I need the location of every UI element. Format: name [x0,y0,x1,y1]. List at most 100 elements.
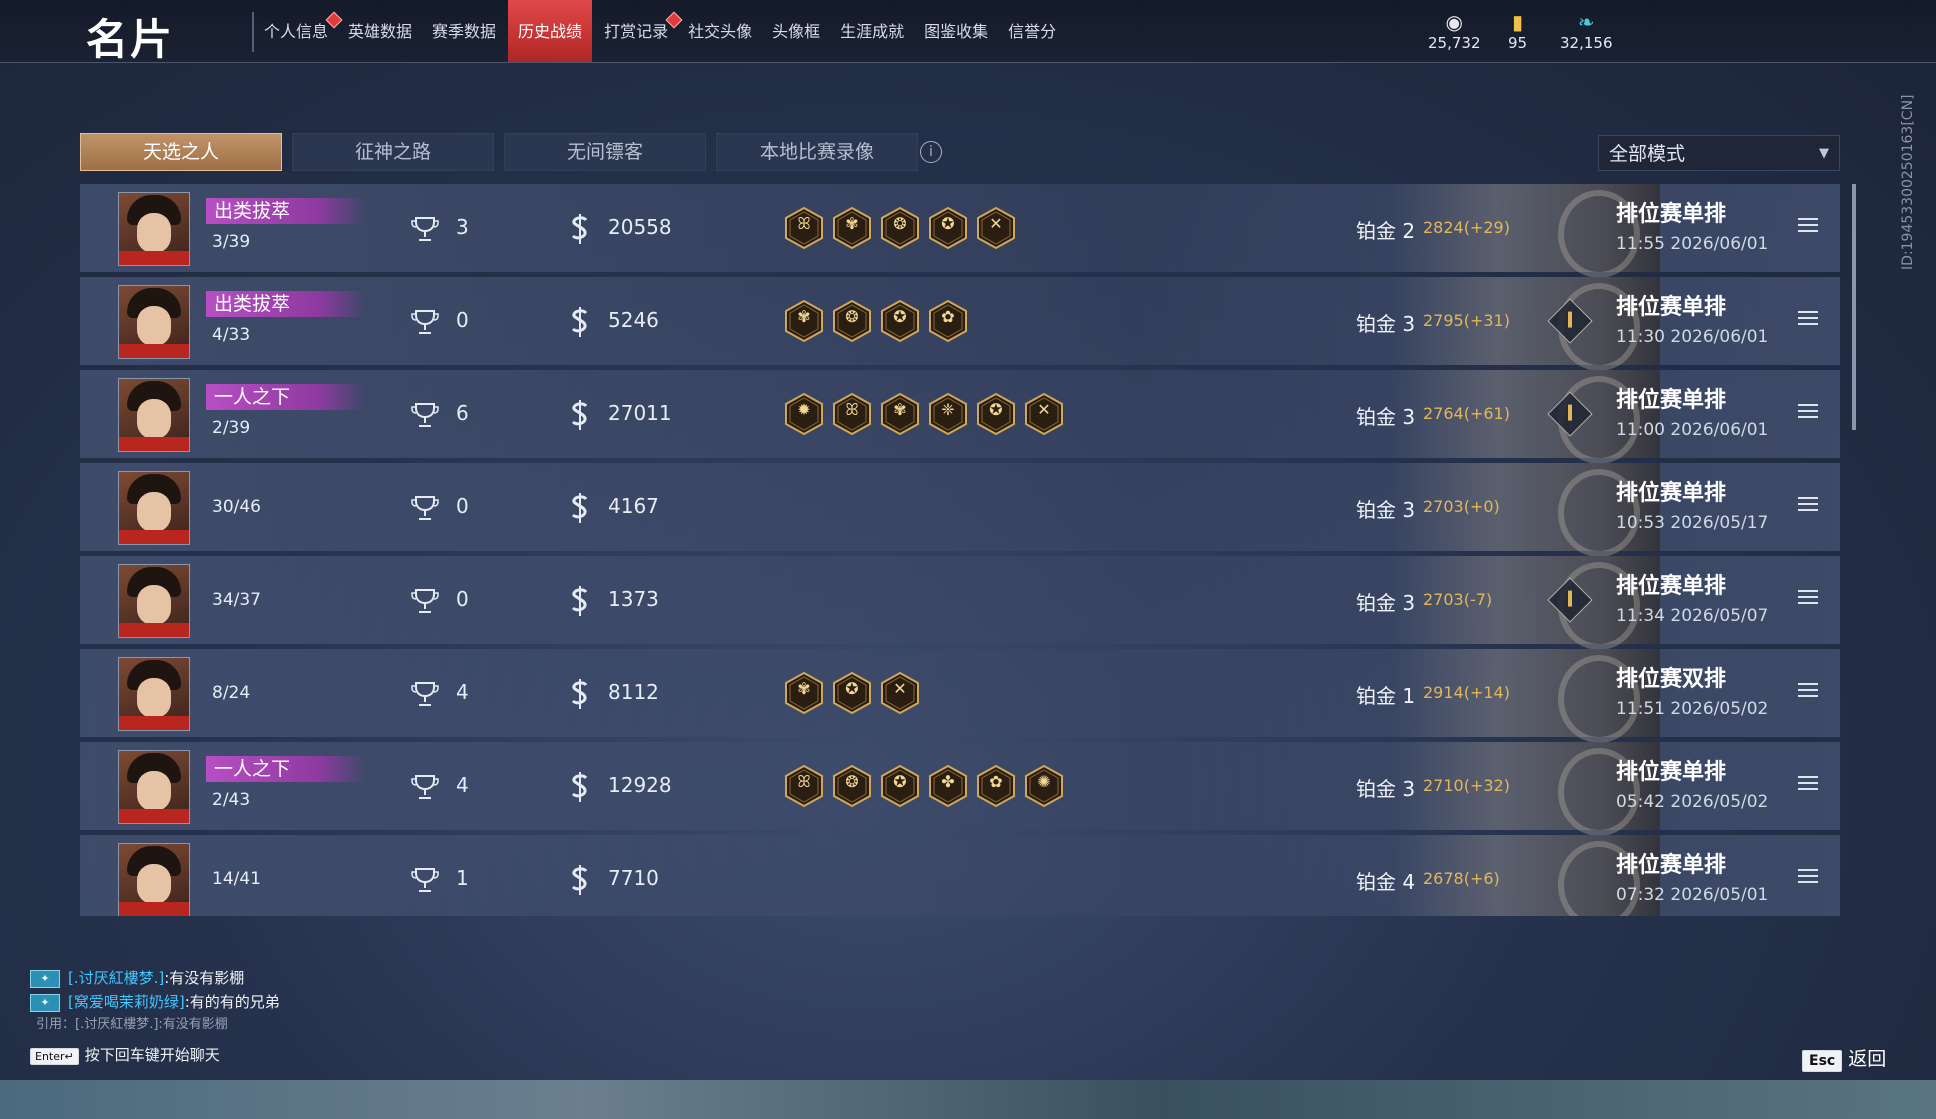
nav-tab[interactable]: 生涯成就 [832,0,912,62]
details-menu-icon[interactable] [1798,218,1818,236]
score: 12928 [608,773,672,797]
placement: 4/33 [212,325,251,345]
details-menu-icon[interactable] [1798,869,1818,887]
scrollbar[interactable] [1852,184,1856,430]
achievement-icon[interactable]: ✿ [928,299,968,343]
achievement-icon[interactable]: ✪ [928,206,968,250]
kills: 0 [456,308,469,332]
achievement-icon[interactable]: ꕤ [832,392,872,436]
achievement-icon[interactable]: ✺ [1024,764,1064,808]
nav-tab[interactable]: 英雄数据 [340,0,420,62]
score-icon [568,770,592,804]
chat-message: ✦ [.讨厌紅樓梦.]:有没有影棚 [30,966,280,990]
achievement-icon[interactable]: ✪ [832,671,872,715]
achievement-icon[interactable]: ❂ [880,206,920,250]
enter-key-icon: Enter↵ [30,1048,79,1065]
match-row[interactable]: 一人之下 2/39 6 27011 ✹ ꕤ ✾ ❈ ✪ ✕ 铂金 3 2764(+61) 排位赛单排 11… [80,370,1840,464]
achievement-icon[interactable]: ❂ [832,764,872,808]
nav-tab[interactable]: 社交头像 [680,0,760,62]
score-icon [568,212,592,246]
kills: 4 [456,680,469,704]
achievement-list: ✾ ❂ ✪ ✿ [784,299,976,343]
mode-tabs: 天选之人 征神之路 无间镖客 本地比赛录像 [80,133,928,171]
achievement-list: ꕤ ✾ ❂ ✪ ✕ [784,206,1024,250]
nav-tab[interactable]: 赛季数据 [424,0,504,62]
achievement-icon[interactable]: ✿ [976,764,1016,808]
trophy-icon [410,586,440,616]
page-title: 名片 [86,15,175,64]
trophy-icon [410,493,440,523]
details-menu-icon[interactable] [1798,404,1818,422]
kills: 3 [456,215,469,239]
achievement-icon[interactable]: ✾ [832,206,872,250]
back-button[interactable]: Esc 返回 [1802,1044,1886,1072]
mode-select[interactable]: 全部模式 ▼ [1598,135,1840,171]
match-row[interactable]: 14/41 1 7710 铂金 4 2678(+6) 排位赛单排 07:32 2026/05… [80,835,1840,916]
score-icon [568,398,592,432]
info-icon[interactable]: i [920,141,942,163]
details-menu-icon[interactable] [1798,683,1818,701]
placement: 8/24 [212,683,251,703]
match-type: 排位赛单排 [1616,853,1727,878]
achievement-icon[interactable]: ✤ [928,764,968,808]
achievement-icon[interactable]: ✪ [976,392,1016,436]
achievement-icon[interactable]: ꕤ [784,206,824,250]
trophy-icon [410,214,440,244]
tier: 铂金 3 [1356,498,1416,522]
silver-coin-icon: ◉ [1445,10,1463,34]
match-row[interactable]: 30/46 0 4167 铂金 3 2703(+0) 排位赛单排 10:53 2026/05… [80,463,1840,557]
score: 20558 [608,215,672,239]
match-time: 11:55 2026/06/01 [1616,234,1769,254]
match-row[interactable]: 出类拔萃 3/39 3 20558 ꕤ ✾ ❂ ✪ ✕ 铂金 2 2824(+29) 排位赛单排 11:… [80,184,1840,278]
nav-tab[interactable]: 图鉴收集 [916,0,996,62]
achievement-icon[interactable]: ✪ [880,299,920,343]
nav-tab[interactable]: 历史战绩 [508,0,593,62]
achievement-icon[interactable]: ✕ [880,671,920,715]
tier-points: 2824(+29) [1423,218,1510,237]
team-chat-icon: ✦ [30,969,60,988]
avatar [118,564,190,638]
match-row[interactable]: 一人之下 2/43 4 12928 ꕤ ❂ ✪ ✤ ✿ ✺ 铂金 3 2710(+32) 排位赛单排 05… [80,742,1840,836]
avatar [118,192,190,266]
match-row[interactable]: 出类拔萃 4/33 0 5246 ✾ ❂ ✪ ✿ 铂金 3 2795(+31) 排位赛单排 11:30… [80,277,1840,371]
rank-badge: 一人之下 [206,384,366,410]
achievement-icon[interactable]: ✾ [784,671,824,715]
mode-tab[interactable]: 无间镖客 [504,133,706,171]
nav-tab[interactable]: 头像框 [764,0,828,62]
achievement-icon[interactable]: ✾ [880,392,920,436]
rank-badge: 出类拔萃 [206,291,366,317]
mode-tab[interactable]: 征神之路 [292,133,494,171]
tier: 铂金 3 [1356,777,1416,801]
placement: 2/43 [212,790,251,810]
achievement-icon[interactable]: ✕ [1024,392,1064,436]
mode-tab[interactable]: 天选之人 [80,133,282,171]
details-menu-icon[interactable] [1798,311,1818,329]
mode-tab[interactable]: 本地比赛录像 [716,133,918,171]
details-menu-icon[interactable] [1798,497,1818,515]
nav-tab[interactable]: 个人信息 [256,0,343,62]
match-row[interactable]: 34/37 0 1373 铂金 3 2703(-7) 排位赛单排 11:34 2026/05… [80,556,1840,650]
chat-enter-hint[interactable]: Enter↵ 按下回车键开始聊天 [30,1044,220,1065]
achievement-icon[interactable]: ꕤ [784,764,824,808]
details-menu-icon[interactable] [1798,776,1818,794]
tier-points: 2710(+32) [1423,776,1510,795]
trophy-icon [410,865,440,895]
achievement-icon[interactable]: ✾ [784,299,824,343]
nav-tab[interactable]: 信誉分 [1000,0,1064,62]
gold-ticket-icon: ▮ [1512,10,1524,34]
achievement-icon[interactable]: ❈ [928,392,968,436]
avatar [118,843,190,916]
achievement-icon[interactable]: ✪ [880,764,920,808]
nav-tab[interactable]: 打赏记录 [596,0,683,62]
score-icon [568,491,592,525]
tier: 铂金 3 [1356,312,1416,336]
match-row[interactable]: 8/24 4 8112 ✾ ✪ ✕ 铂金 1 2914(+14) 排位赛双排 11:51 2026… [80,649,1840,743]
chat-quote: 引用：[.讨厌紅樓梦.]:有没有影棚 [36,1017,228,1032]
details-menu-icon[interactable] [1798,590,1818,608]
avatar [118,657,190,731]
match-type: 排位赛单排 [1616,574,1727,599]
achievement-icon[interactable]: ✕ [976,206,1016,250]
achievement-icon[interactable]: ✹ [784,392,824,436]
achievement-icon[interactable]: ❂ [832,299,872,343]
score-icon [568,677,592,711]
